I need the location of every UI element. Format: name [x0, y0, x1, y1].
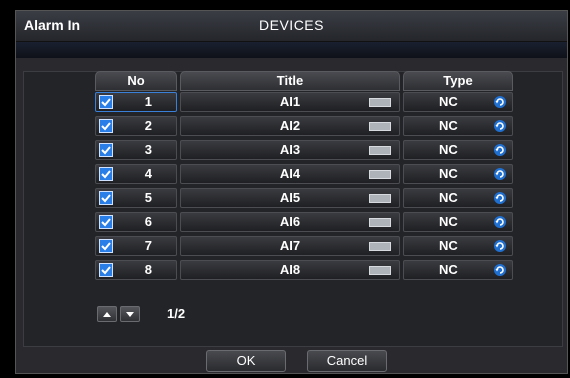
row-number: 3	[144, 142, 152, 157]
refresh-icon[interactable]	[493, 191, 507, 205]
row-number: 5	[144, 190, 152, 205]
row-type-cell[interactable]: NC	[403, 140, 513, 160]
row-type-cell[interactable]: NC	[403, 188, 513, 208]
row-checkbox[interactable]	[99, 239, 113, 253]
row-title: AI1	[279, 94, 301, 109]
row-title-cell[interactable]: AI1	[180, 92, 400, 112]
row-no-cell[interactable]: 5	[95, 188, 177, 208]
row-title: AI8	[279, 262, 301, 277]
row-title-cell[interactable]: AI8	[180, 260, 400, 280]
row-number: 4	[144, 166, 152, 181]
arrow-up-icon	[103, 312, 111, 317]
refresh-icon[interactable]	[493, 215, 507, 229]
keyboard-icon[interactable]	[369, 170, 391, 179]
cancel-button[interactable]: Cancel	[307, 350, 387, 372]
row-type-cell[interactable]: NC	[403, 260, 513, 280]
row-checkbox[interactable]	[99, 143, 113, 157]
row-type-cell[interactable]: NC	[403, 164, 513, 184]
row-type: NC	[439, 94, 458, 109]
header-no: No	[95, 71, 177, 91]
row-type-cell[interactable]: NC	[403, 92, 513, 112]
row-title: AI4	[279, 166, 301, 181]
title-band	[16, 42, 567, 58]
page-indicator: 1/2	[167, 306, 186, 321]
row-no-cell[interactable]: 7	[95, 236, 177, 256]
row-number: 6	[144, 214, 152, 229]
refresh-icon[interactable]	[493, 263, 507, 277]
check-icon	[101, 122, 111, 131]
row-checkbox[interactable]	[99, 95, 113, 109]
check-icon	[101, 242, 111, 251]
page-down-button[interactable]	[120, 306, 140, 322]
row-no-cell[interactable]: 2	[95, 116, 177, 136]
row-title-cell[interactable]: AI3	[180, 140, 400, 160]
row-title: AI5	[279, 190, 301, 205]
refresh-icon[interactable]	[493, 167, 507, 181]
keyboard-icon[interactable]	[369, 122, 391, 131]
row-title-cell[interactable]: AI6	[180, 212, 400, 232]
row-title-cell[interactable]: AI7	[180, 236, 400, 256]
row-number: 7	[144, 238, 152, 253]
row-checkbox[interactable]	[99, 263, 113, 277]
header-title: Title	[180, 71, 400, 91]
keyboard-icon[interactable]	[369, 266, 391, 275]
row-no-cell[interactable]: 3	[95, 140, 177, 160]
row-checkbox[interactable]	[99, 119, 113, 133]
keyboard-icon[interactable]	[369, 218, 391, 227]
row-checkbox[interactable]	[99, 167, 113, 181]
refresh-icon[interactable]	[493, 239, 507, 253]
row-type: NC	[439, 262, 458, 277]
row-title-cell[interactable]: AI5	[180, 188, 400, 208]
row-no-cell[interactable]: 1	[95, 92, 177, 112]
row-number: 8	[144, 262, 152, 277]
check-icon	[101, 218, 111, 227]
check-icon	[101, 146, 111, 155]
check-icon	[101, 194, 111, 203]
row-title: AI6	[279, 214, 301, 229]
row-number: 2	[144, 118, 152, 133]
row-checkbox[interactable]	[99, 215, 113, 229]
row-checkbox[interactable]	[99, 191, 113, 205]
check-icon	[101, 98, 111, 107]
keyboard-icon[interactable]	[369, 146, 391, 155]
row-no-cell[interactable]: 4	[95, 164, 177, 184]
arrow-down-icon	[126, 312, 134, 317]
keyboard-icon[interactable]	[369, 194, 391, 203]
page-up-button[interactable]	[97, 306, 117, 322]
window-title: DEVICES	[259, 17, 324, 33]
refresh-icon[interactable]	[493, 119, 507, 133]
row-title: AI2	[279, 118, 301, 133]
row-title: AI7	[279, 238, 301, 253]
row-no-cell[interactable]: 8	[95, 260, 177, 280]
header-type: Type	[403, 71, 513, 91]
row-number: 1	[144, 94, 152, 109]
row-type-cell[interactable]: NC	[403, 116, 513, 136]
check-icon	[101, 170, 111, 179]
row-title: AI3	[279, 142, 301, 157]
keyboard-icon[interactable]	[369, 242, 391, 251]
row-type: NC	[439, 118, 458, 133]
row-type: NC	[439, 142, 458, 157]
row-type: NC	[439, 238, 458, 253]
row-type: NC	[439, 190, 458, 205]
row-type-cell[interactable]: NC	[403, 212, 513, 232]
keyboard-icon[interactable]	[369, 98, 391, 107]
row-title-cell[interactable]: AI4	[180, 164, 400, 184]
row-title-cell[interactable]: AI2	[180, 116, 400, 136]
title-bar: Alarm In DEVICES	[16, 11, 567, 42]
refresh-icon[interactable]	[493, 95, 507, 109]
row-no-cell[interactable]: 6	[95, 212, 177, 232]
row-type: NC	[439, 214, 458, 229]
refresh-icon[interactable]	[493, 143, 507, 157]
ok-button[interactable]: OK	[206, 350, 286, 372]
row-type: NC	[439, 166, 458, 181]
row-type-cell[interactable]: NC	[403, 236, 513, 256]
check-icon	[101, 266, 111, 275]
